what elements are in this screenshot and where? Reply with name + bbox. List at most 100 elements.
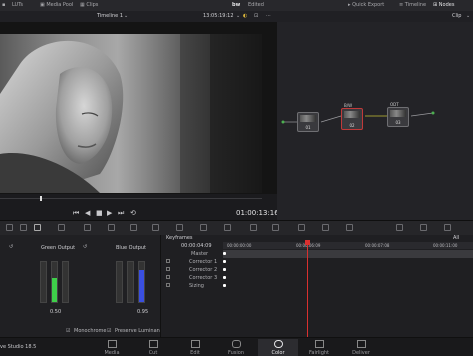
nodes-label: Nodes xyxy=(438,2,455,8)
tool-icon[interactable] xyxy=(152,224,159,231)
skip-back-icon[interactable]: ⏮ xyxy=(73,209,79,218)
tool-icon[interactable] xyxy=(200,224,207,231)
tool-icon[interactable] xyxy=(346,224,353,231)
green-output-title: Green Output xyxy=(41,245,76,251)
tool-icon[interactable] xyxy=(34,224,41,231)
playhead-handle[interactable] xyxy=(305,240,310,245)
green-red-slider[interactable] xyxy=(40,261,47,303)
green-green-slider[interactable] xyxy=(51,261,58,303)
tool-icon[interactable] xyxy=(444,224,451,231)
luts-tab[interactable]: LUTs xyxy=(12,2,23,8)
playhead[interactable] xyxy=(307,240,308,337)
blue-green-slider[interactable] xyxy=(127,261,134,303)
project-name: bw xyxy=(232,2,241,8)
nav-cut[interactable]: Cut xyxy=(133,339,173,356)
highlight-icon[interactable]: ◐ xyxy=(243,13,247,19)
keyframe-marker[interactable] xyxy=(223,284,226,287)
tool-icon[interactable] xyxy=(130,224,137,231)
node-03[interactable]: 03 xyxy=(387,107,409,127)
row-label: Sizing xyxy=(189,283,204,289)
tool-icon[interactable] xyxy=(272,224,279,231)
clips-label: Clips xyxy=(86,2,99,8)
rgb-mixer-panel: ↺ Green Output ↺ Blue Output 0.50 0.95 ☑… xyxy=(0,235,166,337)
tool-icon[interactable] xyxy=(224,224,231,231)
blue-output-title: Blue Output xyxy=(116,245,147,251)
tool-icon[interactable] xyxy=(250,224,257,231)
tool-icon[interactable] xyxy=(84,224,91,231)
keyframes-timecode: 00:00:04:09 xyxy=(181,243,212,249)
ruler-tick: 00:00:00:00 xyxy=(227,243,252,248)
more-icon[interactable]: ⋯ xyxy=(266,13,271,19)
keyframe-row-corrector-3[interactable]: Corrector 3 xyxy=(163,274,219,282)
timeline-label: Timeline xyxy=(404,2,427,8)
playhead-marker[interactable] xyxy=(40,196,42,201)
chevron-down-icon[interactable]: ⌄ xyxy=(124,13,128,19)
reset-icon[interactable]: ↺ xyxy=(83,244,87,250)
green-value[interactable]: 0.50 xyxy=(50,309,61,315)
nav-media[interactable]: Media xyxy=(92,339,132,356)
tool-icon[interactable] xyxy=(322,224,329,231)
play-icon[interactable]: ▶ xyxy=(107,209,112,217)
checkbox-icon[interactable]: ☑ xyxy=(107,328,111,334)
rocket-icon xyxy=(356,340,366,348)
timeline-name[interactable]: Timeline 1 xyxy=(97,13,123,19)
tool-icon[interactable] xyxy=(420,224,427,231)
reset-icon[interactable]: ↺ xyxy=(9,244,13,250)
keyframe-marker[interactable] xyxy=(223,252,226,255)
blue-level-fill xyxy=(139,270,144,302)
checkbox-icon[interactable]: ☑ xyxy=(66,328,70,334)
blue-value[interactable]: 0.95 xyxy=(137,309,148,315)
media-pool-label: Media Pool xyxy=(46,2,74,8)
row-label: Corrector 1 xyxy=(189,259,218,265)
node-01[interactable]: 01 xyxy=(297,112,319,132)
tool-icon[interactable] xyxy=(108,224,115,231)
media-pool-tab[interactable]: ▣ Media Pool xyxy=(40,2,73,8)
tool-icon[interactable] xyxy=(176,224,183,231)
menu-icon[interactable]: ▪ xyxy=(2,2,5,8)
nav-edit[interactable]: Edit xyxy=(175,339,215,356)
timeline-button[interactable]: ≡ Timeline xyxy=(399,2,426,8)
tool-icon[interactable] xyxy=(396,224,403,231)
node-mode-select[interactable]: Clip xyxy=(452,13,461,19)
color-toolbar xyxy=(0,220,473,236)
tool-icon[interactable] xyxy=(58,224,65,231)
nav-deliver[interactable]: Deliver xyxy=(341,339,381,356)
tool-icon[interactable] xyxy=(6,224,13,231)
nav-fusion[interactable]: Fusion xyxy=(216,339,256,356)
keyframe-row-master[interactable]: Master xyxy=(163,250,219,258)
nav-fairlight[interactable]: Fairlight xyxy=(299,339,339,356)
nav-label: Fusion xyxy=(228,350,244,356)
stop-icon[interactable]: ■ xyxy=(96,209,103,217)
chevron-down-icon[interactable]: ⌄ xyxy=(236,13,240,19)
nav-label: Deliver xyxy=(352,350,370,356)
source-timecode: 13:05:19:12 xyxy=(203,13,234,19)
keyframe-marker[interactable] xyxy=(223,268,226,271)
keyframe-marker[interactable] xyxy=(223,276,226,279)
chevron-down-icon[interactable]: ⌄ xyxy=(466,13,470,19)
nodes-button[interactable]: ⊞ Nodes xyxy=(433,2,454,8)
keyframe-marker[interactable] xyxy=(223,260,226,263)
quick-export-button[interactable]: ▸ Quick Export xyxy=(348,2,384,8)
green-blue-slider[interactable] xyxy=(62,261,69,303)
music-note-icon xyxy=(314,340,324,348)
clips-tab[interactable]: ▦ Clips xyxy=(80,2,98,8)
tool-icon[interactable] xyxy=(20,224,27,231)
loop-icon[interactable]: ⟲ xyxy=(130,209,136,217)
ruler-tick: 00:00:11:00 xyxy=(433,243,458,248)
keyframe-row-sizing[interactable]: Sizing xyxy=(163,282,219,290)
tool-icon[interactable] xyxy=(298,224,305,231)
node-editor[interactable]: 01 B/W 02 ODT 03 xyxy=(277,22,473,220)
keyframes-filter[interactable]: All xyxy=(453,235,459,241)
blue-blue-slider[interactable] xyxy=(138,261,145,303)
keyframe-row-corrector-2[interactable]: Corrector 2 xyxy=(163,266,219,274)
viewer-options-icon[interactable]: ⊡ xyxy=(254,13,258,19)
record-timecode: 01:00:13:16 xyxy=(236,209,279,217)
keyframe-row-corrector-1[interactable]: Corrector 1 xyxy=(163,258,219,266)
skip-forward-icon[interactable]: ⏭ xyxy=(118,209,124,218)
play-reverse-icon[interactable]: ◀ xyxy=(85,209,90,217)
nav-color[interactable]: Color xyxy=(258,339,298,356)
node-03-number: 03 xyxy=(395,120,401,125)
node-02[interactable]: 02 xyxy=(341,108,363,130)
row-label: Corrector 2 xyxy=(189,267,218,273)
blue-red-slider[interactable] xyxy=(116,261,123,303)
